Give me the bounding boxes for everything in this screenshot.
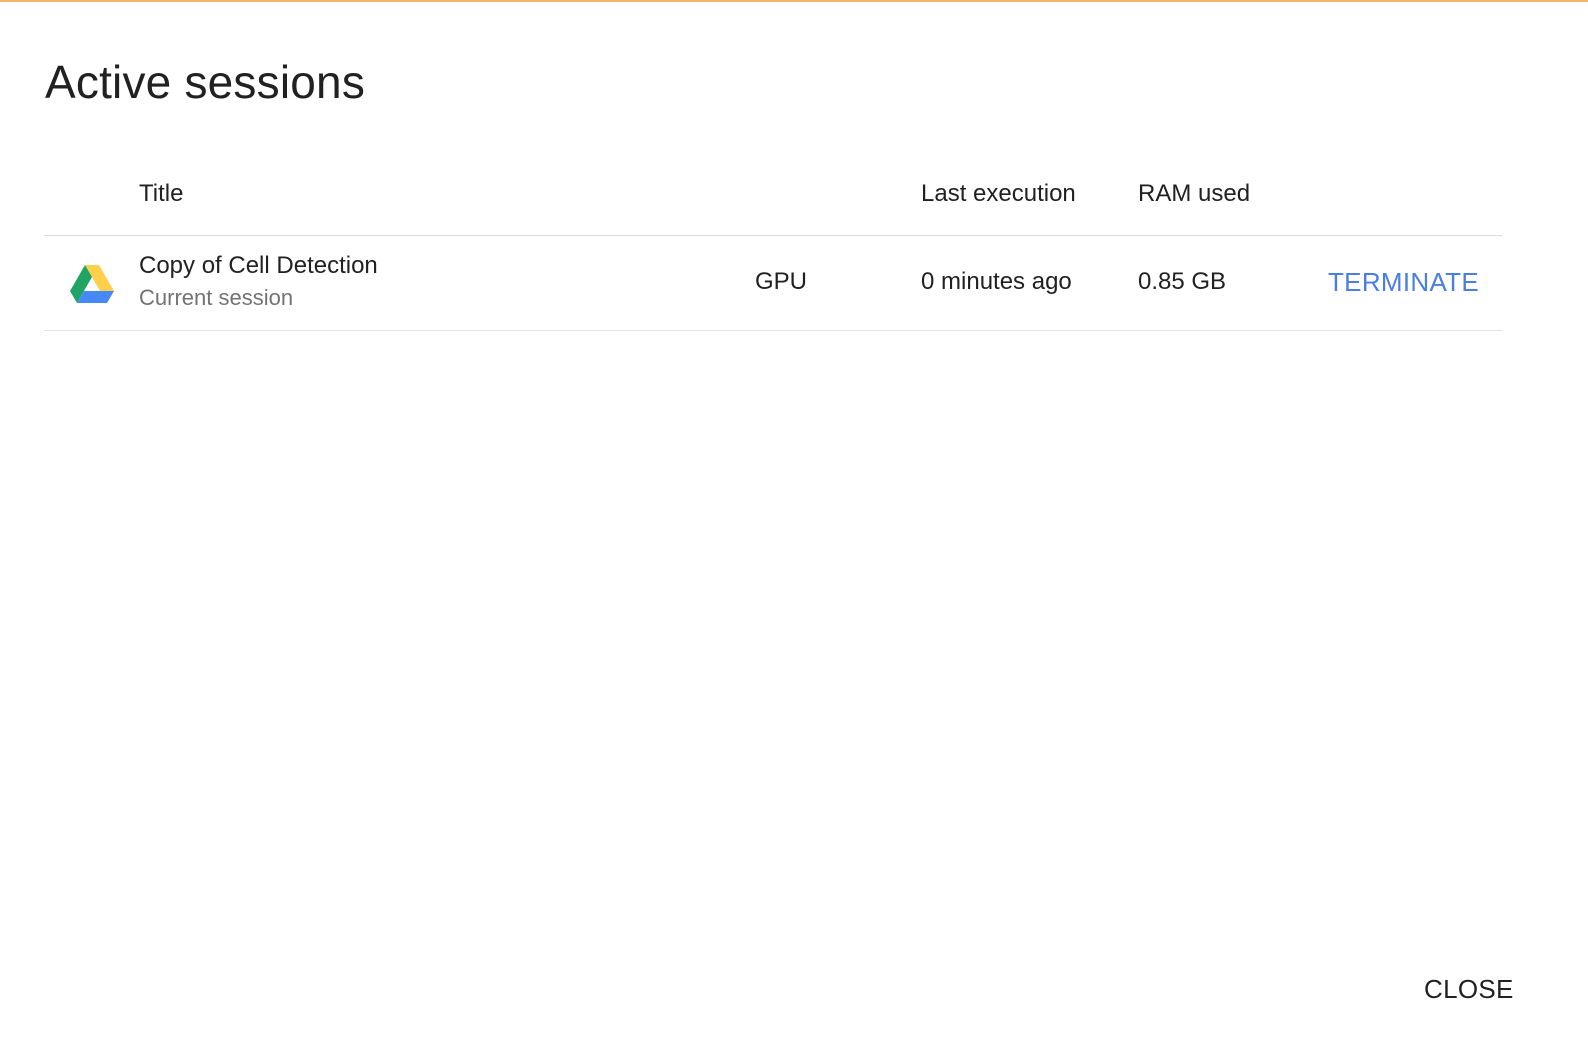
table-row: Copy of Cell Detection Current session G… — [44, 236, 1502, 331]
header-title: Title — [139, 180, 184, 207]
active-sessions-dialog: Active sessions Title Last execution RAM… — [0, 0, 1588, 1050]
sessions-table: Title Last execution RAM used Copy of Ce… — [44, 160, 1502, 331]
google-drive-icon — [70, 265, 114, 303]
header-last-execution: Last execution — [921, 180, 1076, 207]
header-ram-used: RAM used — [1138, 180, 1251, 207]
close-button[interactable]: CLOSE — [1410, 970, 1528, 1008]
dialog-title: Active sessions — [45, 56, 366, 108]
session-ram-used: 0.85 GB — [1138, 268, 1227, 295]
table-header-row: Title Last execution RAM used — [44, 160, 1502, 236]
session-title-block: Copy of Cell Detection Current session — [139, 249, 378, 313]
session-last-execution: 0 minutes ago — [921, 268, 1072, 295]
session-accelerator: GPU — [755, 268, 808, 295]
terminate-button[interactable]: TERMINATE — [1314, 263, 1493, 301]
session-subtitle: Current session — [139, 285, 294, 310]
session-title: Copy of Cell Detection — [139, 252, 378, 279]
